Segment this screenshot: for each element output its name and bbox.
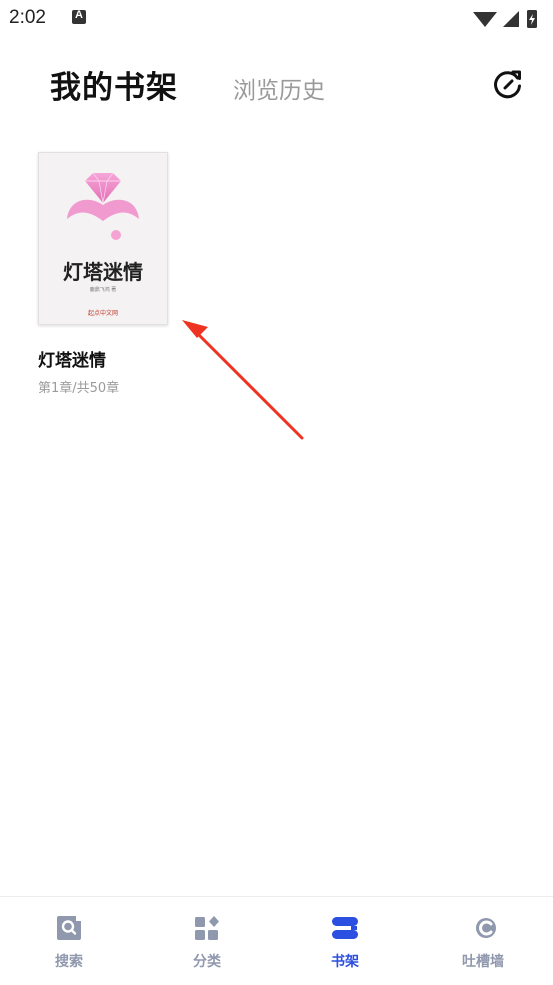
wifi-icon — [473, 12, 497, 27]
nav-item-search[interactable]: 搜索 — [0, 897, 138, 985]
cover-publisher: 起点中文网 — [87, 310, 118, 317]
book-cover[interactable]: 灯塔迷情 鹿鼎飞鸿 著 起点中文网 — [38, 152, 168, 325]
annotation-arrow — [182, 320, 304, 440]
category-icon — [195, 916, 219, 940]
nav-label-search: 搜索 — [55, 954, 83, 970]
cover-title: 灯塔迷情 — [63, 260, 143, 284]
bottom-nav: 搜索 分类 书架 吐槽墙 — [0, 896, 553, 985]
refresh-icon[interactable] — [488, 64, 528, 104]
nav-label-category: 分类 — [193, 954, 221, 970]
bookshelf-icon — [332, 917, 358, 939]
nav-item-category[interactable]: 分类 — [138, 897, 276, 985]
nav-label-chat-wall: 吐槽墙 — [462, 954, 504, 970]
cover-author: 鹿鼎飞鸿 著 — [89, 287, 117, 293]
search-icon — [57, 916, 81, 940]
book-title[interactable]: 灯塔迷情 — [38, 346, 178, 371]
nav-item-chat-wall[interactable]: 吐槽墙 — [414, 897, 552, 985]
diamond-ring-icon — [67, 172, 139, 240]
tab-browse-history[interactable]: 浏览历史 — [233, 71, 325, 105]
nav-label-bookshelf: 书架 — [331, 954, 359, 970]
status-time: 2:02 — [9, 7, 46, 28]
notification-icon: A — [72, 9, 86, 24]
header: 我的书架 浏览历史 — [0, 56, 553, 112]
book-item[interactable]: 灯塔迷情 鹿鼎飞鸿 著 起点中文网 灯塔迷情 第1章/共50章 — [38, 152, 178, 396]
status-bar: 2:02 A — [0, 0, 553, 38]
status-icons — [473, 10, 537, 28]
chat-wall-icon — [471, 916, 496, 940]
tab-my-bookshelf[interactable]: 我的书架 — [50, 62, 178, 107]
signal-icon — [503, 11, 519, 27]
nav-item-bookshelf[interactable]: 书架 — [276, 897, 414, 985]
book-progress: 第1章/共50章 — [38, 381, 120, 396]
